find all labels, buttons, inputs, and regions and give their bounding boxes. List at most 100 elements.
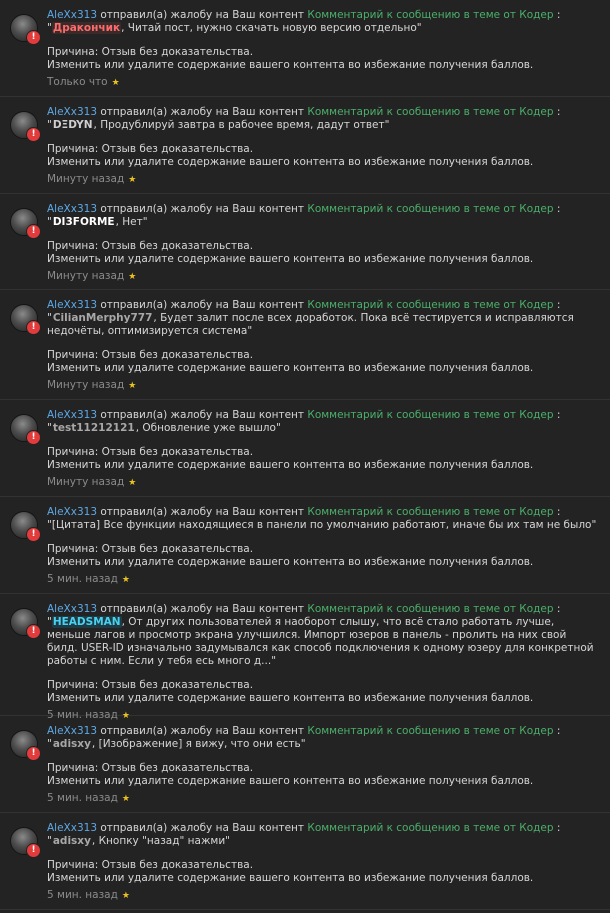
- timestamp[interactable]: 5 мин. назад: [47, 573, 118, 585]
- quote-text: "HEADSMAN, От других пользователей я нао…: [47, 616, 600, 668]
- topic-link[interactable]: Комментарий к сообщению в теме от Кодер: [307, 725, 553, 737]
- notification-header: AleXx313 отправил(а) жалобу на Ваш конте…: [47, 506, 600, 519]
- action-text: отправил(а) жалобу на Ваш контент: [97, 603, 308, 615]
- action-text: отправил(а) жалобу на Ваш контент: [97, 409, 308, 421]
- star-icon[interactable]: ★: [122, 575, 130, 585]
- topic-link[interactable]: Комментарий к сообщению в теме от Кодер: [307, 299, 553, 311]
- quoted-user-name[interactable]: CilianMerphy777: [52, 312, 154, 324]
- quoted-user-name[interactable]: HEADSMAN: [51, 616, 122, 628]
- reason-line: Причина: Отзыв без доказательства.: [47, 762, 254, 774]
- notification-header: AleXx313 отправил(а) жалобу на Ваш конте…: [47, 409, 600, 422]
- topic-link[interactable]: Комментарий к сообщению в теме от Кодер: [307, 603, 553, 615]
- topic-link[interactable]: Комментарий к сообщению в теме от Кодер: [307, 9, 553, 21]
- user-link[interactable]: AleXx313: [47, 506, 97, 518]
- action-text: отправил(а) жалобу на Ваш контент: [97, 725, 308, 737]
- alert-icon: !: [26, 30, 41, 45]
- reason-block: Причина: Отзыв без доказательства. Измен…: [47, 446, 600, 471]
- reason-line: Причина: Отзыв без доказательства.: [47, 349, 254, 361]
- notification-item-3[interactable]: ! AleXx313 отправил(а) жалобу на Ваш кон…: [0, 194, 610, 290]
- action-text: отправил(а) жалобу на Ваш контент: [97, 9, 308, 21]
- reason-line: Причина: Отзыв без доказательства.: [47, 859, 254, 871]
- colon-text: :: [553, 299, 561, 311]
- timestamp[interactable]: 5 мин. назад: [47, 889, 118, 901]
- quote-body: [Цитата] Все функции находящиеся в панел…: [51, 519, 597, 531]
- colon-text: :: [553, 106, 561, 118]
- topic-link[interactable]: Комментарий к сообщению в теме от Кодер: [307, 203, 553, 215]
- avatar-container: !: [10, 208, 41, 239]
- star-icon[interactable]: ★: [112, 78, 120, 88]
- star-icon[interactable]: ★: [128, 175, 136, 185]
- notification-header: AleXx313 отправил(а) жалобу на Ваш конте…: [47, 9, 600, 22]
- notification-item-2[interactable]: ! AleXx313 отправил(а) жалобу на Ваш кон…: [0, 97, 610, 194]
- action-text: отправил(а) жалобу на Ваш контент: [97, 106, 308, 118]
- star-icon[interactable]: ★: [128, 272, 136, 282]
- notification-item-1[interactable]: ! AleXx313 отправил(а) жалобу на Ваш кон…: [0, 0, 610, 97]
- user-link[interactable]: AleXx313: [47, 725, 97, 737]
- timestamp[interactable]: Минуту назад: [47, 379, 124, 391]
- quoted-user-name[interactable]: DI3FORME: [52, 216, 116, 228]
- quoted-user-name[interactable]: test11212121: [52, 422, 136, 434]
- topic-link[interactable]: Комментарий к сообщению в теме от Кодер: [307, 409, 553, 421]
- quoted-user-name[interactable]: Дракончик: [51, 22, 122, 34]
- alert-icon: !: [26, 746, 41, 761]
- notification-header: AleXx313 отправил(а) жалобу на Ваш конте…: [47, 725, 600, 738]
- quote-body: , Обновление уже вышло": [135, 422, 281, 434]
- timestamp[interactable]: 5 мин. назад: [47, 792, 118, 804]
- quote-body: , [Изображение] я вижу, что они есть": [91, 738, 306, 750]
- notification-item-9[interactable]: ! AleXx313 отправил(а) жалобу на Ваш кон…: [0, 813, 610, 910]
- reason-line: Причина: Отзыв без доказательства.: [47, 143, 254, 155]
- user-link[interactable]: AleXx313: [47, 603, 97, 615]
- user-link[interactable]: AleXx313: [47, 106, 97, 118]
- timestamp-row: Минуту назад ★: [47, 269, 600, 284]
- topic-link[interactable]: Комментарий к сообщению в теме от Кодер: [307, 506, 553, 518]
- reason-block: Причина: Отзыв без доказательства. Измен…: [47, 859, 600, 884]
- quote-text: "DI3FORME, Нет": [47, 216, 600, 229]
- quote-text: "Дракончик, Читай пост, нужно скачать но…: [47, 22, 600, 35]
- instruction-line: Изменить или удалите содержание вашего к…: [47, 871, 534, 884]
- user-link[interactable]: AleXx313: [47, 299, 97, 311]
- timestamp[interactable]: Минуту назад: [47, 173, 124, 185]
- reason-block: Причина: Отзыв без доказательства. Измен…: [47, 240, 600, 265]
- instruction-line: Изменить или удалите содержание вашего к…: [47, 774, 534, 787]
- timestamp[interactable]: Минуту назад: [47, 270, 124, 282]
- alert-icon: !: [26, 320, 41, 335]
- user-link[interactable]: AleXx313: [47, 203, 97, 215]
- timestamp-row: 5 мин. назад ★: [47, 888, 600, 903]
- notification-header: AleXx313 отправил(а) жалобу на Ваш конте…: [47, 203, 600, 216]
- notification-item-5[interactable]: ! AleXx313 отправил(а) жалобу на Ваш кон…: [0, 400, 610, 497]
- alert-icon: !: [26, 127, 41, 142]
- user-link[interactable]: AleXx313: [47, 822, 97, 834]
- avatar-container: !: [10, 730, 41, 761]
- quoted-user-name[interactable]: DΞDYN: [52, 119, 94, 131]
- star-icon[interactable]: ★: [122, 794, 130, 804]
- timestamp-row: Минуту назад ★: [47, 378, 600, 393]
- timestamp-row: Минуту назад ★: [47, 475, 600, 490]
- quoted-user-name[interactable]: adisxy: [52, 835, 92, 847]
- topic-link[interactable]: Комментарий к сообщению в теме от Кодер: [307, 822, 553, 834]
- notification-item-6[interactable]: ! AleXx313 отправил(а) жалобу на Ваш кон…: [0, 497, 610, 594]
- avatar-container: !: [10, 511, 41, 542]
- quote-text: "test11212121, Обновление уже вышло": [47, 422, 600, 435]
- alert-icon: !: [26, 624, 41, 639]
- notification-header: AleXx313 отправил(а) жалобу на Ваш конте…: [47, 603, 600, 616]
- user-link[interactable]: AleXx313: [47, 409, 97, 421]
- colon-text: :: [553, 725, 561, 737]
- timestamp[interactable]: Только что: [47, 76, 108, 88]
- user-link[interactable]: AleXx313: [47, 9, 97, 21]
- quote-body: , Кнопку "назад" нажми": [91, 835, 231, 847]
- star-icon[interactable]: ★: [128, 381, 136, 391]
- topic-link[interactable]: Комментарий к сообщению в теме от Кодер: [307, 106, 553, 118]
- notification-item-7[interactable]: ! AleXx313 отправил(а) жалобу на Ваш кон…: [0, 594, 610, 721]
- star-icon[interactable]: ★: [122, 891, 130, 901]
- colon-text: :: [553, 203, 561, 215]
- timestamp[interactable]: Минуту назад: [47, 476, 124, 488]
- instruction-line: Изменить или удалите содержание вашего к…: [47, 458, 534, 471]
- colon-text: :: [553, 822, 561, 834]
- notification-item-8[interactable]: ! AleXx313 отправил(а) жалобу на Ваш кон…: [0, 716, 610, 813]
- star-icon[interactable]: ★: [128, 478, 136, 488]
- instruction-line: Изменить или удалите содержание вашего к…: [47, 555, 534, 568]
- notification-item-4[interactable]: ! AleXx313 отправил(а) жалобу на Ваш кон…: [0, 290, 610, 400]
- reason-line: Причина: Отзыв без доказательства.: [47, 543, 254, 555]
- quoted-user-name[interactable]: adisxy: [52, 738, 92, 750]
- avatar-container: !: [10, 608, 41, 639]
